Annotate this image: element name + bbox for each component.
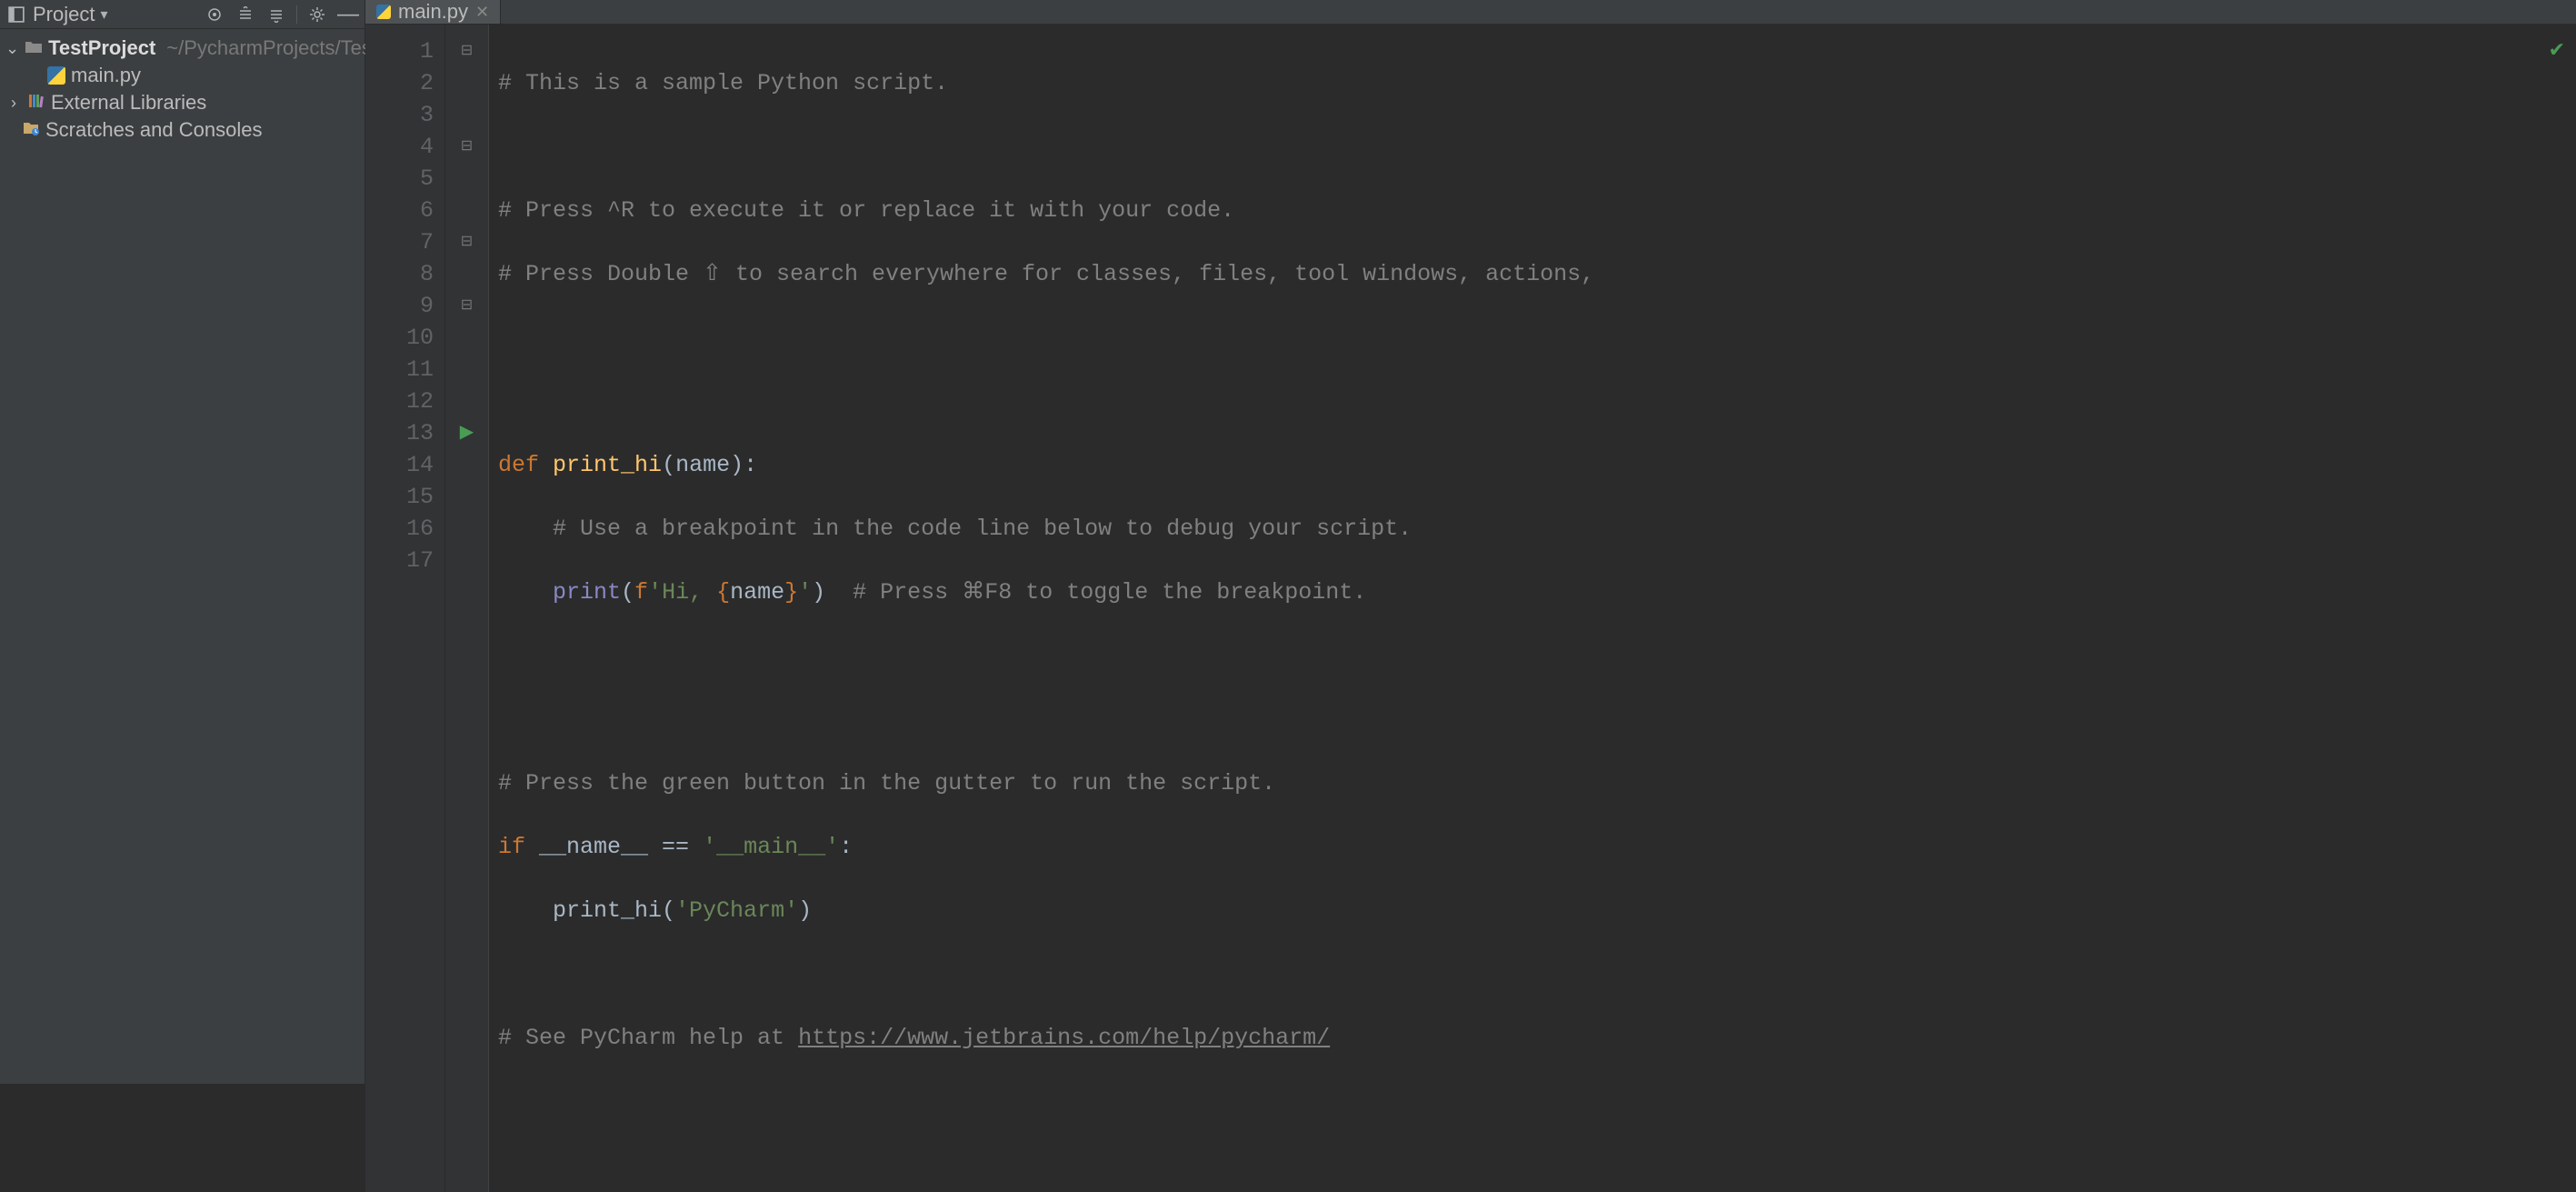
python-file-icon xyxy=(47,66,65,85)
line-number: 9 xyxy=(365,290,434,322)
line-number: 6 xyxy=(365,195,434,226)
library-icon xyxy=(27,90,45,115)
editor-area: main.py ✕ ✔ 1 2 3 4 5 6 7 8 9 10 11 12 1… xyxy=(365,0,2576,1084)
tree-item-label: main.py xyxy=(71,63,141,88)
line-number: 17 xyxy=(365,545,434,576)
folder-icon xyxy=(25,35,43,61)
line-number: 10 xyxy=(365,322,434,354)
fold-end-icon[interactable]: ⊟ xyxy=(461,290,473,322)
code-function-name: print_hi xyxy=(553,452,662,478)
project-toolwindow-title: Project xyxy=(33,3,95,26)
tab-label: main.py xyxy=(398,0,468,24)
gutter-marks: ⊟ ⊟ ⊟ ⊟ ▶ xyxy=(445,25,489,1192)
code-url[interactable]: https://www.jetbrains.com/help/pycharm/ xyxy=(798,1025,1330,1051)
line-number: 14 xyxy=(365,449,434,481)
line-number: 7 xyxy=(365,226,434,258)
expand-all-icon[interactable] xyxy=(235,4,256,25)
code-text: __name__ == xyxy=(525,834,703,860)
project-view-icon xyxy=(5,4,27,25)
code-comment: # Press ⌘F8 to toggle the breakpoint. xyxy=(853,579,1366,606)
code-brace: { xyxy=(716,579,730,606)
code-keyword: def xyxy=(498,452,539,478)
line-number: 1 xyxy=(365,35,434,67)
hide-icon[interactable]: — xyxy=(337,4,359,25)
code-comment: # Press ^R to execute it or replace it w… xyxy=(498,197,1234,224)
code-fstring-prefix: f xyxy=(634,579,648,606)
code-comment: # Press the green button in the gutter t… xyxy=(498,770,1275,796)
run-icon[interactable]: ▶ xyxy=(460,417,474,449)
code-text: ) xyxy=(798,897,812,924)
line-number: 8 xyxy=(365,258,434,290)
chevron-right-icon[interactable]: › xyxy=(5,90,22,115)
line-number: 5 xyxy=(365,163,434,195)
project-sidebar: Project ▾ — ⌄ TestProject xyxy=(0,0,365,1084)
code-keyword: if xyxy=(498,834,525,860)
code-text: (name): xyxy=(662,452,757,478)
select-open-file-icon[interactable] xyxy=(204,4,225,25)
code-string: '__main__' xyxy=(703,834,839,860)
editor-tabbar: main.py ✕ xyxy=(365,0,2576,25)
code-editor[interactable]: ✔ 1 2 3 4 5 6 7 8 9 10 11 12 13 14 15 16… xyxy=(365,25,2576,1192)
line-number: 13 xyxy=(365,417,434,449)
tree-root-label: TestProject xyxy=(48,35,155,61)
line-number: 3 xyxy=(365,99,434,131)
tab-main-py[interactable]: main.py ✕ xyxy=(365,0,501,24)
code-string: ' xyxy=(798,579,812,606)
code-comment: # See PyCharm help at xyxy=(498,1025,798,1051)
code-string: 'PyCharm' xyxy=(675,897,798,924)
code-text: name xyxy=(730,579,784,606)
python-file-icon xyxy=(376,5,391,19)
line-number: 15 xyxy=(365,481,434,513)
code-text: ( xyxy=(621,579,634,606)
code-string: 'Hi, xyxy=(648,579,716,606)
fold-end-icon[interactable]: ⊟ xyxy=(461,131,473,163)
tree-root[interactable]: ⌄ TestProject ~/PycharmProjects/TestProj… xyxy=(0,35,364,62)
code-comment: # Use a breakpoint in the code line belo… xyxy=(553,516,1412,542)
sidebar-resize-handle[interactable] xyxy=(364,29,367,1084)
code-brace: } xyxy=(784,579,798,606)
fold-region-icon[interactable]: ⊟ xyxy=(461,226,473,258)
code-content[interactable]: # This is a sample Python script. # Pres… xyxy=(489,25,2576,1192)
tree-scratches[interactable]: Scratches and Consoles xyxy=(0,116,364,144)
code-text: print_hi( xyxy=(553,897,675,924)
tree-item-label: External Libraries xyxy=(51,90,206,115)
code-text: : xyxy=(839,834,853,860)
line-number: 4 xyxy=(365,131,434,163)
close-icon[interactable]: ✕ xyxy=(475,3,489,22)
line-number-gutter: 1 2 3 4 5 6 7 8 9 10 11 12 13 14 15 16 1… xyxy=(365,25,445,1192)
code-comment: # This is a sample Python script. xyxy=(498,70,948,96)
code-builtin: print xyxy=(553,579,621,606)
project-tree: ⌄ TestProject ~/PycharmProjects/TestProj… xyxy=(0,29,364,149)
gear-icon[interactable] xyxy=(306,4,328,25)
scratches-icon xyxy=(22,117,40,143)
line-number: 16 xyxy=(365,513,434,545)
chevron-down-icon[interactable]: ⌄ xyxy=(5,35,19,61)
code-text: ) xyxy=(812,579,825,606)
fold-region-icon[interactable]: ⊟ xyxy=(461,35,473,67)
tree-item-main-py[interactable]: main.py xyxy=(0,62,364,89)
project-toolwindow-header: Project ▾ — xyxy=(0,0,364,29)
toolbar-divider xyxy=(296,5,297,24)
collapse-all-icon[interactable] xyxy=(265,4,287,25)
line-number: 11 xyxy=(365,354,434,386)
line-number: 12 xyxy=(365,386,434,417)
tree-external-libraries[interactable]: › External Libraries xyxy=(0,89,364,116)
dropdown-icon[interactable]: ▾ xyxy=(100,5,107,24)
line-number: 2 xyxy=(365,67,434,99)
code-comment: # Press Double ⇧ to search everywhere fo… xyxy=(498,261,1594,287)
tree-item-label: Scratches and Consoles xyxy=(45,117,262,143)
